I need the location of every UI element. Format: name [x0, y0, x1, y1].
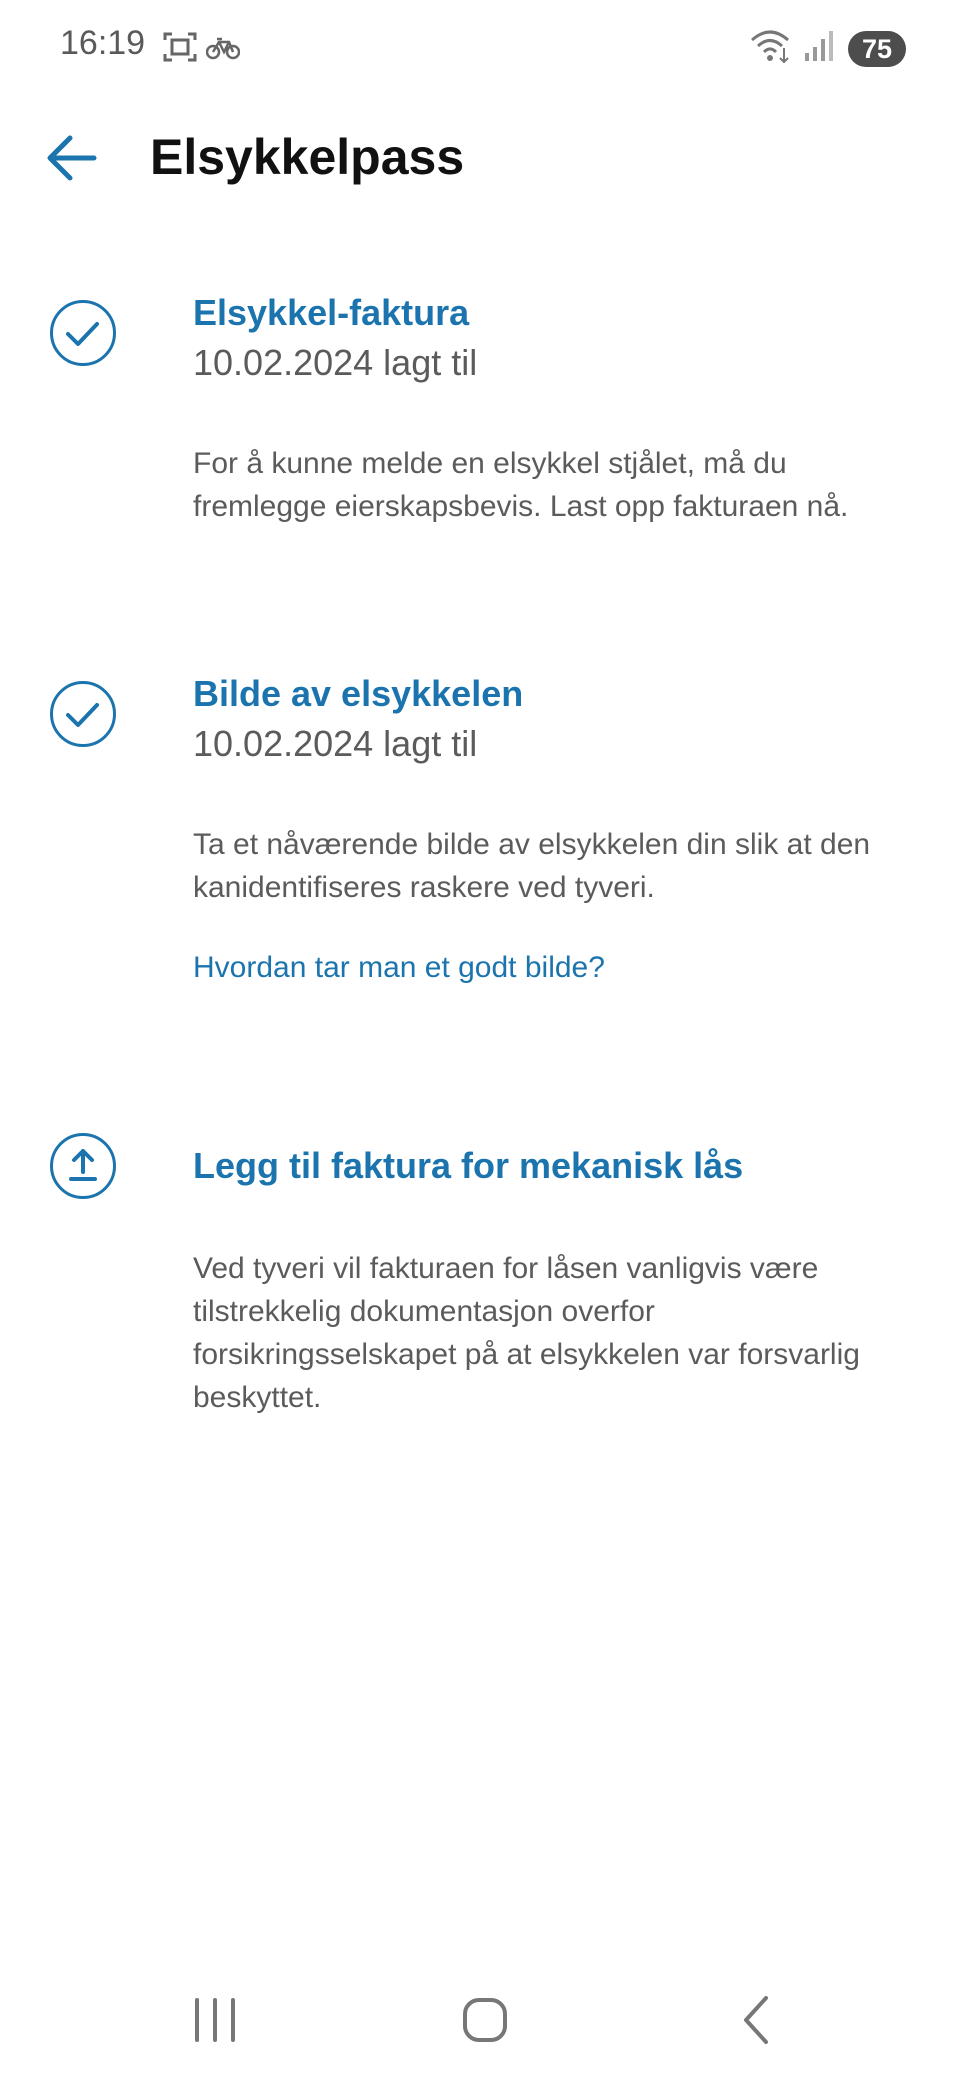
- section-description: Ta et nåværende bilde av elsykkelen din …: [193, 828, 871, 904]
- home-button[interactable]: [430, 1970, 540, 2080]
- section-title[interactable]: Legg til faktura for mekanisk lås: [193, 1145, 743, 1187]
- recent-apps-button[interactable]: [160, 1970, 270, 2080]
- page-title: Elsykkelpass: [150, 129, 465, 185]
- section-title[interactable]: Bilde av elsykkelen: [193, 673, 523, 715]
- status-time: 16:19: [60, 24, 146, 62]
- photo-tips-link[interactable]: Hvordan tar man et godt bilde?: [193, 951, 605, 985]
- signal-icon: [804, 29, 834, 68]
- wifi-icon: [750, 26, 794, 71]
- battery-indicator: 75: [848, 30, 906, 67]
- back-icon: [744, 1996, 768, 2044]
- arrow-left-icon: [47, 135, 97, 181]
- check-circle-icon: [50, 681, 116, 747]
- status-right-group: 75: [750, 26, 906, 71]
- bicycle-icon: [205, 30, 241, 69]
- section-description: Ved tyveri vil fakturaen for låsen vanli…: [193, 1252, 860, 1414]
- upload-circle-icon[interactable]: [50, 1133, 116, 1199]
- section-date: 10.02.2024 lagt til: [193, 723, 478, 764]
- screenshot-icon: [162, 30, 198, 69]
- navigation-bar: [0, 1970, 960, 2080]
- app-bar: Elsykkelpass: [0, 110, 960, 206]
- status-bar: 16:19 75: [0, 0, 960, 96]
- section-title[interactable]: Elsykkel-faktura: [193, 292, 469, 334]
- section-date: 10.02.2024 lagt til: [193, 342, 478, 383]
- section-description: For å kunne melde en elsykkel stjålet, m…: [193, 447, 849, 523]
- recent-apps-icon: [195, 1998, 235, 2042]
- back-button[interactable]: [44, 132, 100, 184]
- check-circle-icon: [50, 300, 116, 366]
- home-icon: [463, 1998, 507, 2042]
- system-back-button[interactable]: [700, 1970, 810, 2080]
